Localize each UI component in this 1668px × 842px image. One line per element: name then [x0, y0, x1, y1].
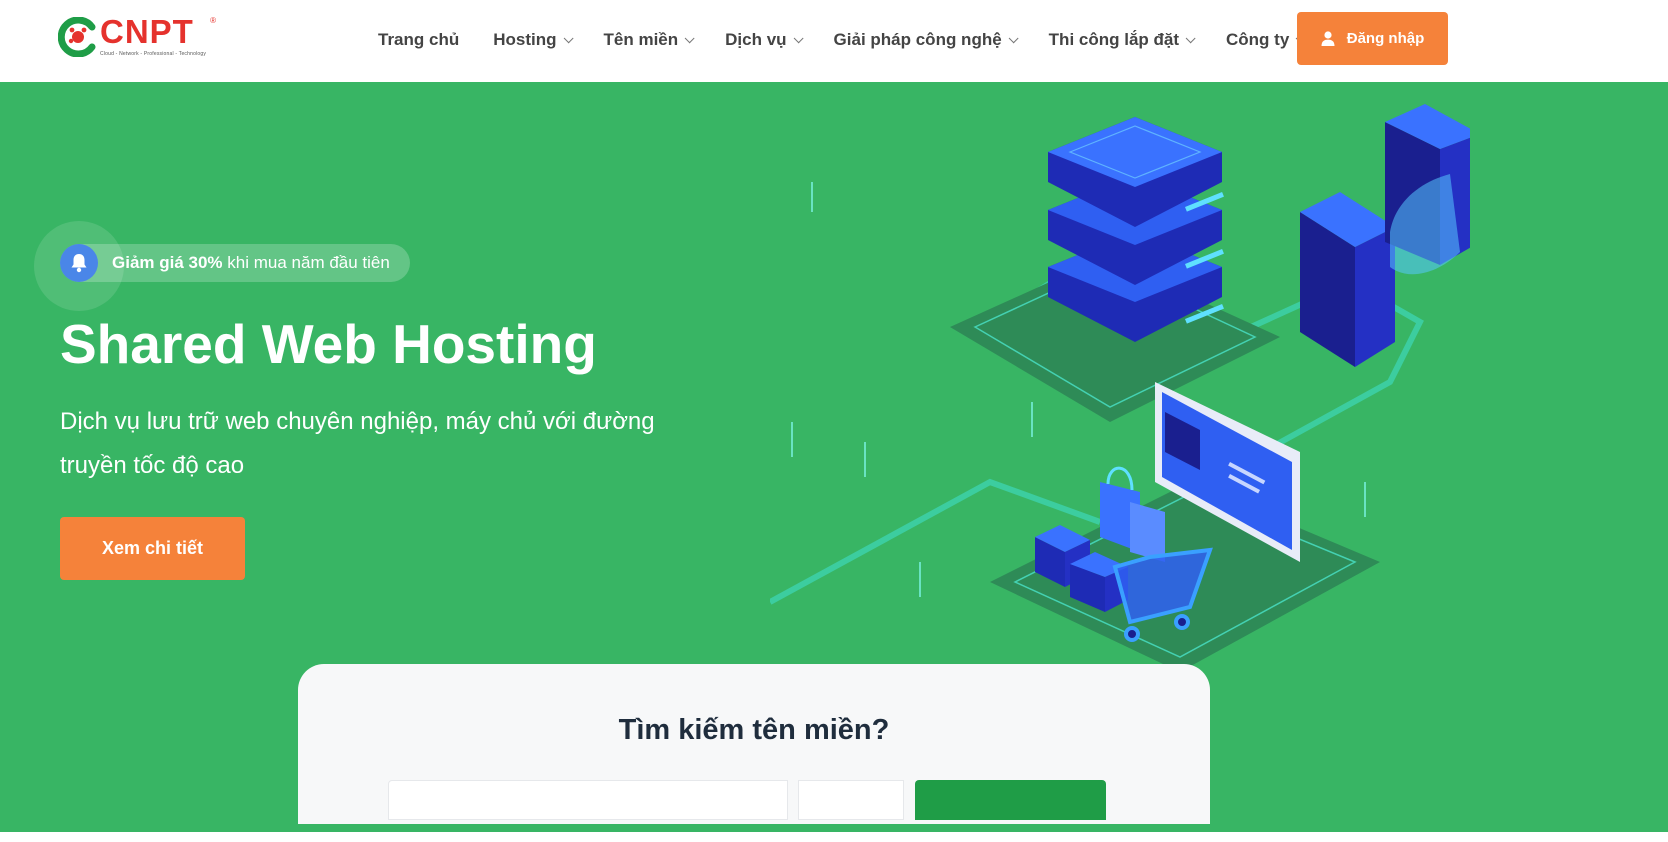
- logo-tagline: Cloud - Network - Professional - Technol…: [100, 51, 207, 57]
- main-nav: Trang chủ Hosting Tên miền Dịch vụ Giải …: [378, 28, 1336, 52]
- nav-item-trang-chu[interactable]: Trang chủ: [378, 30, 459, 50]
- hosting-illustration: [770, 104, 1470, 672]
- user-icon: [1321, 31, 1335, 46]
- login-button[interactable]: Đăng nhập: [1297, 12, 1448, 65]
- logo-wordmark: CNPT: [100, 13, 194, 50]
- domain-search-button[interactable]: [915, 780, 1106, 820]
- promo-badge: Giảm giá 30% khi mua năm đầu tiên: [60, 244, 410, 282]
- promo-text: Giảm giá 30% khi mua năm đầu tiên: [112, 253, 390, 273]
- promo-discount: Giảm giá 30%: [112, 253, 223, 272]
- login-label: Đăng nhập: [1346, 30, 1425, 47]
- view-details-button[interactable]: Xem chi tiết: [60, 517, 245, 580]
- chevron-down-icon: [563, 32, 574, 43]
- nav-item-dich-vu[interactable]: Dịch vụ: [725, 30, 804, 50]
- server-stack: [1048, 117, 1224, 342]
- nav-item-cong-ty[interactable]: Công ty: [1226, 30, 1306, 50]
- bell-icon: [60, 244, 98, 282]
- domain-search-title: Tìm kiếm tên miền?: [618, 714, 890, 746]
- server-towers: [1300, 104, 1470, 367]
- cnpt-logo[interactable]: CNPT ® Cloud - Network - Professional - …: [58, 13, 216, 64]
- logo-mark-icon: [58, 17, 96, 57]
- registered-mark: ®: [210, 16, 217, 25]
- nav-item-thi-cong[interactable]: Thi công lắp đặt: [1049, 30, 1196, 50]
- promo-condition: khi mua năm đầu tiên: [222, 253, 390, 272]
- nav-item-ten-mien[interactable]: Tên miền: [604, 30, 695, 50]
- hero-banner: Giảm giá 30% khi mua năm đầu tiên Shared…: [0, 82, 1668, 832]
- domain-tld-select[interactable]: [798, 780, 904, 820]
- chevron-down-icon: [684, 32, 695, 43]
- nav-item-giai-phap[interactable]: Giải pháp công nghệ: [834, 30, 1019, 50]
- nav-item-hosting[interactable]: Hosting: [493, 30, 574, 50]
- domain-search-input[interactable]: [388, 780, 788, 820]
- hero-subtitle: Dịch vụ lưu trữ web chuyên nghiệp, máy c…: [60, 408, 655, 479]
- site-header: CNPT ® Cloud - Network - Professional - …: [0, 0, 1668, 82]
- chevron-down-icon: [1008, 32, 1019, 43]
- chevron-down-icon: [793, 32, 804, 43]
- hero-title: Shared Web Hosting: [60, 313, 597, 375]
- chevron-down-icon: [1185, 32, 1196, 43]
- domain-search-card: Tìm kiếm tên miền?: [298, 664, 1210, 824]
